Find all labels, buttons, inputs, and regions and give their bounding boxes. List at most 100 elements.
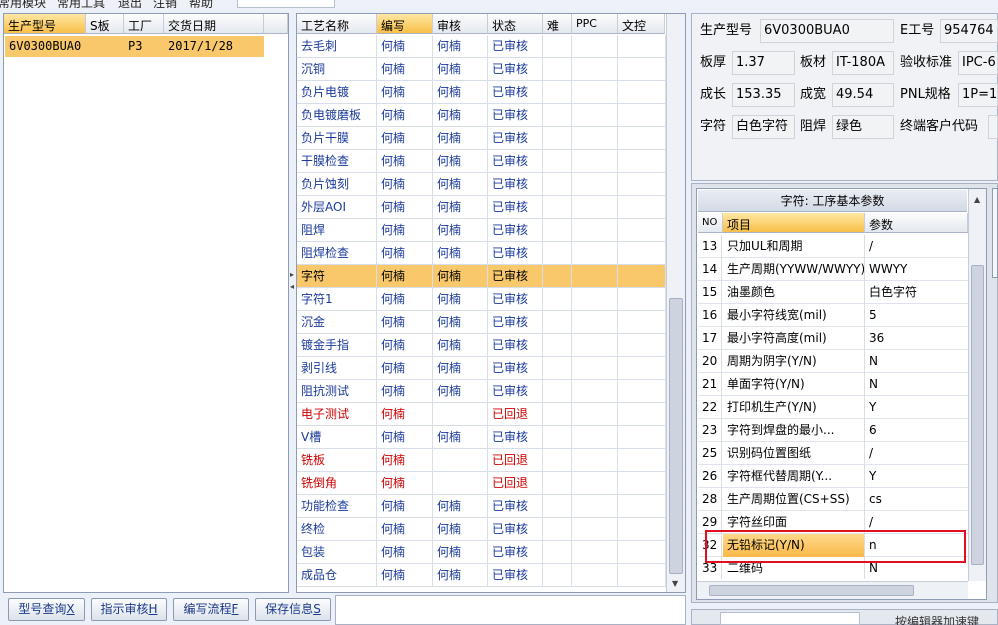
param-row[interactable]: 28 生产周期位置(CS+SS) cs bbox=[698, 488, 968, 511]
menu-item-help[interactable]: 帮助 bbox=[189, 0, 213, 8]
col-header-writer[interactable]: 编写 bbox=[377, 14, 433, 34]
param-row[interactable]: 22 打印机生产(Y/N) Y bbox=[698, 396, 968, 419]
params-v-scrollbar[interactable]: ▲ bbox=[968, 189, 986, 581]
param-row[interactable]: 20 周期为阴字(Y/N) N bbox=[698, 350, 968, 373]
param-row[interactable]: 17 最小字符高度(mil) 36 bbox=[698, 327, 968, 350]
process-row[interactable]: 终检 何楠 何楠 已审核 bbox=[297, 518, 666, 541]
col-header-ppc[interactable]: PPC bbox=[572, 14, 618, 34]
process-row[interactable]: 铣板 何楠 已回退 bbox=[297, 449, 666, 472]
process-row[interactable]: 沉铜 何楠 何楠 已审核 bbox=[297, 58, 666, 81]
param-row[interactable]: 14 生产周期(YYWW/WWYY) WWYY bbox=[698, 258, 968, 281]
param-value-cell: Y bbox=[869, 400, 877, 414]
process-status-cell: 已审核 bbox=[488, 311, 543, 334]
width-field[interactable]: 49.54 bbox=[832, 83, 894, 107]
param-row[interactable]: 13 只加UL和周期 / bbox=[698, 235, 968, 258]
params-h-scrollbar[interactable] bbox=[697, 581, 968, 599]
param-row[interactable]: 21 单面字符(Y/N) N bbox=[698, 373, 968, 396]
params-col-param[interactable]: 参数 bbox=[865, 213, 968, 233]
col-header-s-board[interactable]: S板 bbox=[86, 14, 124, 34]
process-reviewer-cell: 何楠 bbox=[433, 104, 488, 127]
process-row[interactable]: 剥引线 何楠 何楠 已审核 bbox=[297, 357, 666, 380]
process-row[interactable]: 字符 何楠 何楠 已审核 bbox=[297, 265, 666, 288]
param-no-cell: 14 bbox=[698, 258, 722, 281]
process-scroll-thumb[interactable] bbox=[669, 298, 683, 574]
process-row[interactable]: 负电镀磨板 何楠 何楠 已审核 bbox=[297, 104, 666, 127]
params-col-no[interactable]: NO bbox=[698, 213, 723, 233]
thickness-field[interactable]: 1.37 bbox=[732, 51, 795, 75]
process-row[interactable]: 负片蚀刻 何楠 何楠 已审核 bbox=[297, 173, 666, 196]
material-field[interactable]: IT-180A bbox=[832, 51, 894, 75]
process-ppc-cell bbox=[572, 495, 618, 518]
process-row[interactable]: 镀金手指 何楠 何楠 已审核 bbox=[297, 334, 666, 357]
e-number-field[interactable]: 954764 bbox=[940, 19, 998, 43]
col-header-doc-control[interactable]: 文控 bbox=[618, 14, 665, 34]
process-reviewer-cell: 何楠 bbox=[433, 127, 488, 150]
product-row[interactable]: 6V0300BUA0 P3 2017/1/28 bbox=[5, 36, 264, 57]
process-ppc-cell bbox=[572, 564, 618, 587]
process-row[interactable]: 阻抗测试 何楠 何楠 已审核 bbox=[297, 380, 666, 403]
status-input[interactable] bbox=[720, 612, 860, 625]
splitter-arrow-icon[interactable]: ▸ bbox=[290, 270, 294, 279]
pnl-field[interactable]: 1P=1 bbox=[958, 83, 998, 107]
save-info-button[interactable]: 保存信息S bbox=[255, 598, 331, 621]
params-col-item[interactable]: 项目 bbox=[723, 213, 865, 233]
col-header-process-name[interactable]: 工艺名称 bbox=[297, 14, 377, 34]
process-row[interactable]: 干膜检查 何楠 何楠 已审核 bbox=[297, 150, 666, 173]
menu-item-logout[interactable]: 注销 bbox=[153, 0, 177, 8]
process-doc-cell bbox=[618, 311, 666, 334]
scroll-down-icon[interactable]: ▼ bbox=[672, 579, 678, 588]
param-item-cell: 最小字符高度(mil) bbox=[723, 327, 865, 350]
mask-field[interactable]: 绿色 bbox=[832, 115, 894, 139]
process-row[interactable]: 负片电镀 何楠 何楠 已审核 bbox=[297, 81, 666, 104]
process-row[interactable]: 字符1 何楠 何楠 已审核 bbox=[297, 288, 666, 311]
menu-search-input[interactable] bbox=[237, 0, 335, 8]
col-header-status[interactable]: 状态 bbox=[488, 14, 543, 34]
menu-item-exit[interactable]: 退出 bbox=[118, 0, 142, 8]
process-row[interactable]: 铣倒角 何楠 已回退 bbox=[297, 472, 666, 495]
char-field[interactable]: 白色字符 bbox=[732, 115, 795, 139]
standard-field[interactable]: IPC-6 bbox=[958, 51, 998, 75]
params-v-thumb[interactable] bbox=[971, 265, 984, 565]
customer-code-field[interactable] bbox=[988, 115, 998, 139]
process-row[interactable]: V槽 何楠 何楠 已审核 bbox=[297, 426, 666, 449]
param-row[interactable]: 15 油墨颜色 白色字符 bbox=[698, 281, 968, 304]
process-row[interactable]: 外层AOI 何楠 何楠 已审核 bbox=[297, 196, 666, 219]
process-doc-cell bbox=[618, 265, 666, 288]
col-header-factory[interactable]: 工厂 bbox=[124, 14, 164, 34]
param-row[interactable]: 23 字符到焊盘的最小... 6 bbox=[698, 419, 968, 442]
col-header-difficulty[interactable]: 难 bbox=[543, 14, 572, 34]
process-row[interactable]: 负片干膜 何楠 何楠 已审核 bbox=[297, 127, 666, 150]
instruction-review-button[interactable]: 指示审核H bbox=[91, 598, 167, 621]
length-field[interactable]: 153.35 bbox=[732, 83, 795, 107]
param-value-cell: / bbox=[869, 239, 874, 253]
col-header-reviewer[interactable]: 审核 bbox=[433, 14, 488, 34]
param-value-cell: 白色字符 bbox=[869, 285, 918, 299]
process-reviewer-cell: 何楠 bbox=[433, 242, 488, 265]
menu-item-modules[interactable]: 常用模块 bbox=[0, 0, 46, 8]
param-row[interactable]: 25 识别码位置图纸 / bbox=[698, 442, 968, 465]
process-row[interactable]: 电子测试 何楠 已回退 bbox=[297, 403, 666, 426]
scroll-up-icon[interactable]: ▲ bbox=[974, 195, 980, 204]
process-row[interactable]: 阻焊 何楠 何楠 已审核 bbox=[297, 219, 666, 242]
process-row[interactable]: 功能检查 何楠 何楠 已审核 bbox=[297, 495, 666, 518]
process-name-cell: 铣倒角 bbox=[297, 472, 377, 495]
process-row[interactable]: 沉金 何楠 何楠 已审核 bbox=[297, 311, 666, 334]
param-value-cell: N bbox=[869, 377, 878, 391]
process-row[interactable]: 阻焊检查 何楠 何楠 已审核 bbox=[297, 242, 666, 265]
splitter-arrow-icon[interactable]: ◂ bbox=[290, 282, 294, 291]
process-row[interactable]: 去毛刺 何楠 何楠 已审核 bbox=[297, 35, 666, 58]
param-row[interactable]: 16 最小字符线宽(mil) 5 bbox=[698, 304, 968, 327]
col-header-date[interactable]: 交货日期 bbox=[164, 14, 264, 34]
param-row[interactable]: 26 字符框代替周期(Y... Y bbox=[698, 465, 968, 488]
model-field[interactable]: 6V0300BUA0 bbox=[760, 19, 894, 43]
process-reviewer-cell: 何楠 bbox=[433, 380, 488, 403]
process-reviewer-cell: 何楠 bbox=[433, 564, 488, 587]
params-h-thumb[interactable] bbox=[709, 585, 914, 596]
write-flow-button[interactable]: 编写流程F bbox=[173, 598, 249, 621]
process-row[interactable]: 成品仓 何楠 何楠 已审核 bbox=[297, 564, 666, 587]
process-scrollbar[interactable]: ▼ bbox=[666, 14, 685, 592]
menu-item-tools[interactable]: 常用工具 bbox=[57, 0, 105, 8]
model-query-button[interactable]: 型号查询X bbox=[8, 598, 85, 621]
col-header-model[interactable]: 生产型号 bbox=[4, 14, 86, 34]
process-row[interactable]: 包装 何楠 何楠 已审核 bbox=[297, 541, 666, 564]
